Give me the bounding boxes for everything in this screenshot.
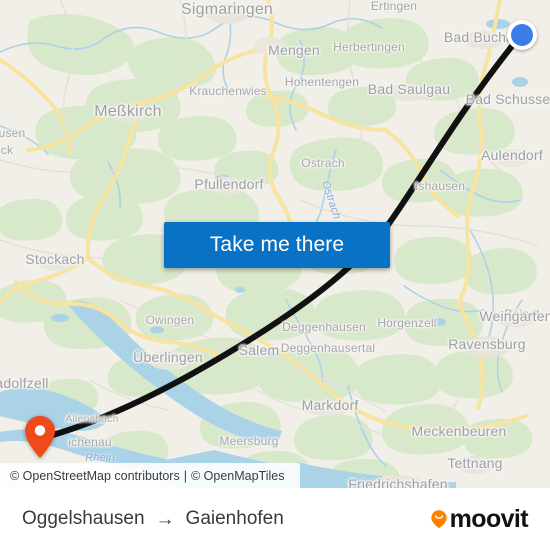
footer-bar: Oggelshausen → Gaienhofen moovit bbox=[0, 488, 550, 550]
route-destination-label: Gaienhofen bbox=[185, 508, 284, 529]
origin-marker[interactable] bbox=[507, 20, 537, 50]
moovit-pin-icon bbox=[430, 510, 447, 529]
map-attribution: © OpenStreetMap contributors | © OpenMap… bbox=[0, 463, 300, 488]
destination-marker[interactable] bbox=[24, 415, 56, 459]
route-caption: Oggelshausen → Gaienhofen bbox=[22, 508, 284, 530]
moovit-wordmark: moovit bbox=[449, 504, 529, 533]
attribution-osm[interactable]: © OpenStreetMap contributors bbox=[10, 469, 180, 483]
map-pin-icon bbox=[25, 416, 55, 458]
take-me-there-button[interactable]: Take me there bbox=[164, 222, 390, 268]
route-origin-label: Oggelshausen bbox=[22, 508, 145, 529]
moovit-route-screenshot: Sigmaringen Ertingen Mengen Herbertingen Bad… bbox=[0, 0, 550, 550]
map-area[interactable]: Sigmaringen Ertingen Mengen Herbertingen Bad… bbox=[0, 0, 550, 488]
moovit-logo[interactable]: moovit bbox=[429, 504, 529, 533]
attribution-separator: | bbox=[183, 468, 187, 483]
arrow-right-icon: → bbox=[155, 508, 175, 530]
attribution-omt[interactable]: © OpenMapTiles bbox=[191, 469, 285, 483]
